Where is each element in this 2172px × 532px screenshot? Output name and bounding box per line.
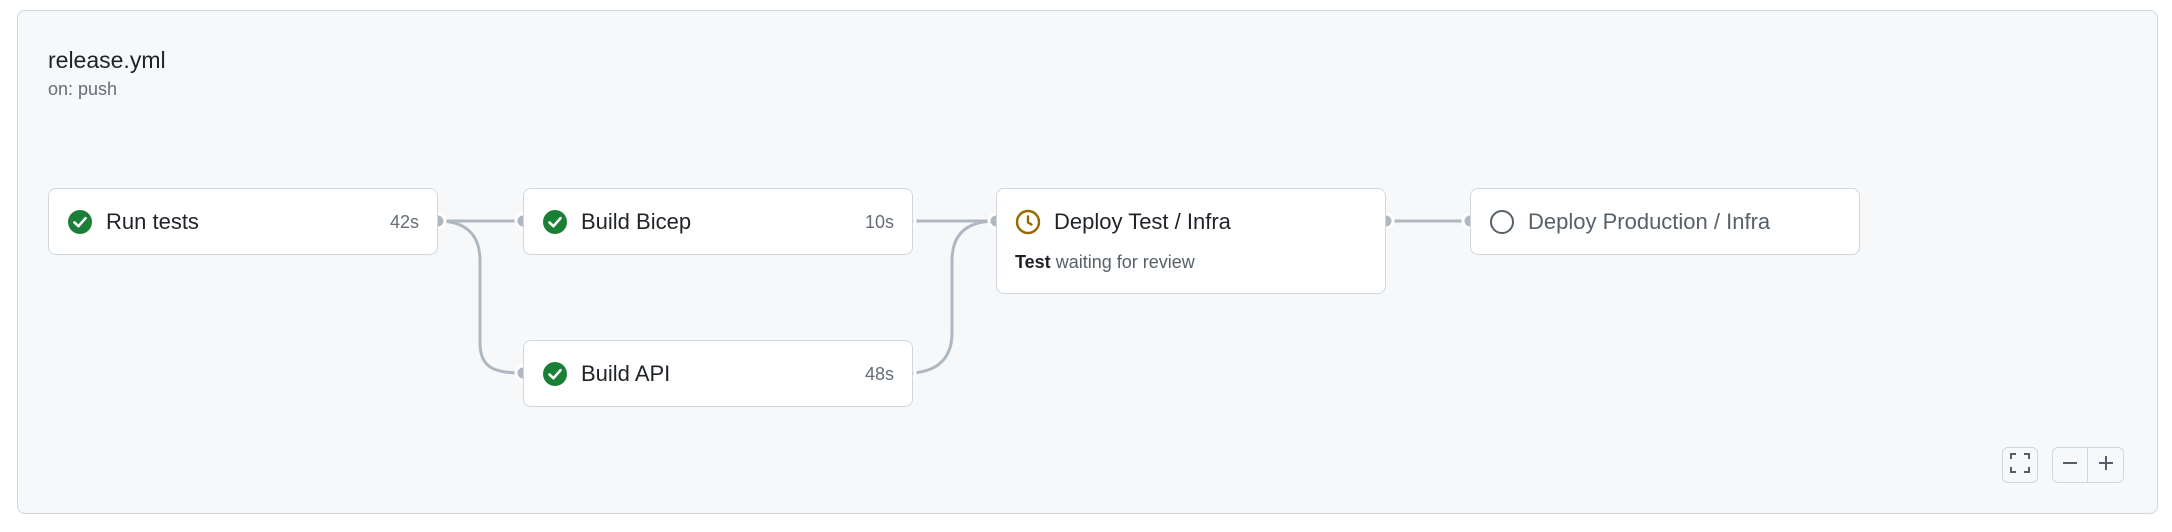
- job-name: Deploy Production / Infra: [1528, 209, 1771, 234]
- job-duration: 10s: [864, 211, 894, 232]
- workflow-graph-panel: release.yml on: push Run tests 42s Build…: [17, 10, 2158, 514]
- job-name: Build Bicep: [581, 209, 692, 234]
- check-circle-icon: [67, 209, 93, 235]
- fullscreen-button[interactable]: [2002, 447, 2038, 483]
- job-name: Run tests: [106, 209, 199, 234]
- job-deploy-test-infra[interactable]: Deploy Test / Infra Test waiting for rev…: [996, 188, 1386, 294]
- circle-icon: [1489, 209, 1515, 235]
- zoom-controls: [2052, 447, 2124, 483]
- job-name: Deploy Test / Infra: [1054, 209, 1231, 234]
- zoom-out-button[interactable]: [2052, 447, 2088, 483]
- job-status-line: Test waiting for review: [1015, 252, 1195, 273]
- edge-build-api-to-deploy-test: [907, 219, 997, 375]
- clock-icon: [1015, 209, 1041, 235]
- check-circle-icon: [542, 209, 568, 235]
- environment-name: Test: [1015, 252, 1051, 272]
- job-name: Build API: [581, 361, 671, 386]
- job-status-note: waiting for review: [1055, 252, 1195, 272]
- job-build-api[interactable]: Build API 48s: [523, 340, 913, 407]
- job-run-tests[interactable]: Run tests 42s: [48, 188, 438, 255]
- fullscreen-icon: [2009, 452, 2031, 479]
- job-deploy-production-infra[interactable]: Deploy Production / Infra: [1470, 188, 1860, 255]
- job-duration: 42s: [389, 211, 419, 232]
- zoom-in-button[interactable]: [2088, 447, 2124, 483]
- edge-run-tests-to-build-api: [437, 219, 524, 375]
- check-circle-icon: [542, 361, 568, 387]
- minus-icon: [2060, 453, 2080, 478]
- fullscreen-control: [2002, 447, 2038, 483]
- job-duration: 48s: [864, 363, 894, 384]
- plus-icon: [2096, 453, 2116, 478]
- job-build-bicep[interactable]: Build Bicep 10s: [523, 188, 913, 255]
